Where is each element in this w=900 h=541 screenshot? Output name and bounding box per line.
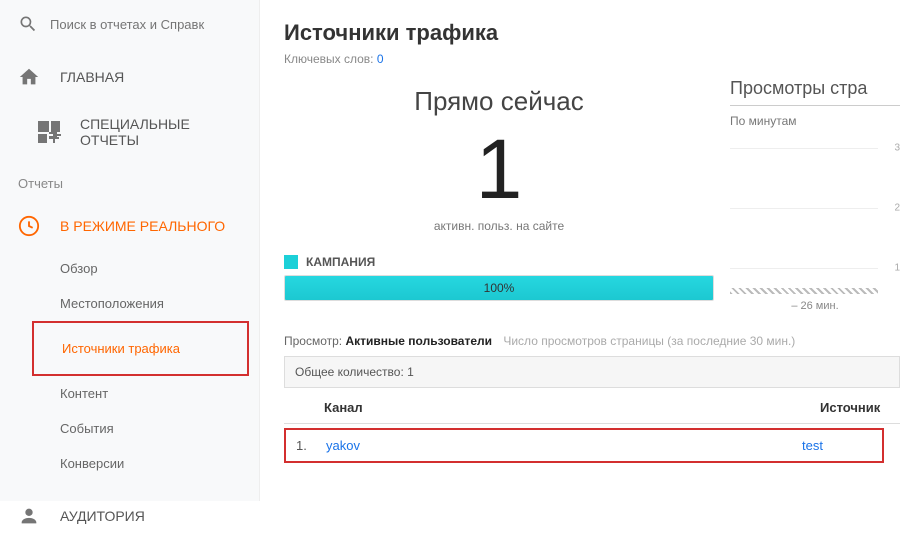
viewmode-active-tab[interactable]: Активные пользователи — [345, 334, 492, 348]
chart-hatch — [730, 288, 878, 294]
table-row[interactable]: 1. yakov test — [286, 430, 882, 461]
pageviews-panel: Просмотры стра По минутам 3 2 1 – 26 мин… — [714, 78, 900, 308]
total-label: Общее количество: — [295, 365, 404, 379]
total-value: 1 — [407, 365, 414, 379]
nav-sub-content[interactable]: Контент — [0, 376, 259, 411]
person-icon — [18, 505, 40, 527]
nav-realtime[interactable]: В РЕЖИМЕ РЕАЛЬНОГО — [0, 201, 259, 251]
active-users-caption: активн. польз. на сайте — [284, 219, 714, 233]
nav-sub-overview[interactable]: Обзор — [0, 251, 259, 286]
campaign-swatch — [284, 255, 298, 269]
search-input[interactable] — [50, 17, 241, 32]
ytick-1: 1 — [894, 263, 900, 274]
chart-xlabel: – 26 мин. — [791, 300, 838, 312]
ytick-2: 2 — [894, 203, 900, 214]
table-row-highlight: 1. yakov test — [284, 428, 884, 463]
col-source-header[interactable]: Источник — [820, 400, 890, 415]
nav-audience[interactable]: АУДИТОРИЯ — [0, 491, 259, 541]
active-users-count: 1 — [284, 127, 714, 211]
nav-sub-locations[interactable]: Местоположения — [0, 286, 259, 321]
search-icon — [18, 14, 38, 34]
nav-special-label: СПЕЦИАЛЬНЫЕ ОТЧЕТЫ — [80, 116, 241, 148]
reports-section-label: Отчеты — [0, 162, 259, 201]
home-icon — [18, 66, 40, 88]
row-source-link[interactable]: test — [802, 438, 872, 453]
campaign-bar: 100% — [284, 275, 714, 301]
row-index: 1. — [296, 438, 326, 453]
nav-sub-events[interactable]: События — [0, 411, 259, 446]
row-channel-link[interactable]: yakov — [326, 438, 802, 453]
viewmode-alt-tab[interactable]: Число просмотров страницы (за последние … — [503, 334, 795, 348]
campaign-bar-value: 100% — [484, 281, 515, 295]
right-now-title: Прямо сейчас — [284, 86, 714, 117]
keywords-label: Ключевых слов: — [284, 52, 374, 66]
nav-realtime-label: В РЕЖИМЕ РЕАЛЬНОГО — [60, 218, 225, 234]
table-header: Канал Источник — [284, 390, 900, 424]
keywords-row: Ключевых слов: 0 — [284, 52, 900, 66]
per-minute-label: По минутам — [730, 114, 900, 128]
nav-audience-label: АУДИТОРИЯ — [60, 508, 145, 524]
clock-icon — [18, 215, 40, 237]
page-title: Источники трафика — [284, 20, 900, 46]
pageviews-title: Просмотры стра — [730, 78, 900, 106]
nav-home[interactable]: ГЛАВНАЯ — [0, 52, 259, 102]
nav-special-reports[interactable]: СПЕЦИАЛЬНЫЕ ОТЧЕТЫ — [0, 102, 259, 162]
search-row — [0, 8, 259, 52]
campaign-legend: КАМПАНИЯ — [284, 255, 714, 269]
highlight-traffic-sources: Источники трафика — [32, 321, 249, 376]
nav-sub-traffic-sources[interactable]: Источники трафика — [34, 331, 247, 366]
sidebar: ГЛАВНАЯ СПЕЦИАЛЬНЫЕ ОТЧЕТЫ Отчеты В РЕЖИ… — [0, 0, 260, 501]
keywords-count-link[interactable]: 0 — [377, 52, 384, 66]
viewmode-row: Просмотр: Активные пользователи Число пр… — [284, 334, 900, 348]
viewmode-label: Просмотр: — [284, 334, 342, 348]
col-channel-header[interactable]: Канал — [324, 400, 820, 415]
realtime-panel: Прямо сейчас 1 активн. польз. на сайте К… — [284, 78, 714, 308]
nav-sub-conversions[interactable]: Конверсии — [0, 446, 259, 481]
dashboard-icon — [38, 121, 60, 143]
campaign-label: КАМПАНИЯ — [306, 255, 375, 269]
total-bar: Общее количество: 1 — [284, 356, 900, 388]
pageviews-minichart: 3 2 1 – 26 мин. — [730, 138, 900, 308]
main-content: Источники трафика Ключевых слов: 0 Прямо… — [260, 0, 900, 501]
nav-home-label: ГЛАВНАЯ — [60, 69, 124, 85]
ytick-3: 3 — [894, 143, 900, 154]
